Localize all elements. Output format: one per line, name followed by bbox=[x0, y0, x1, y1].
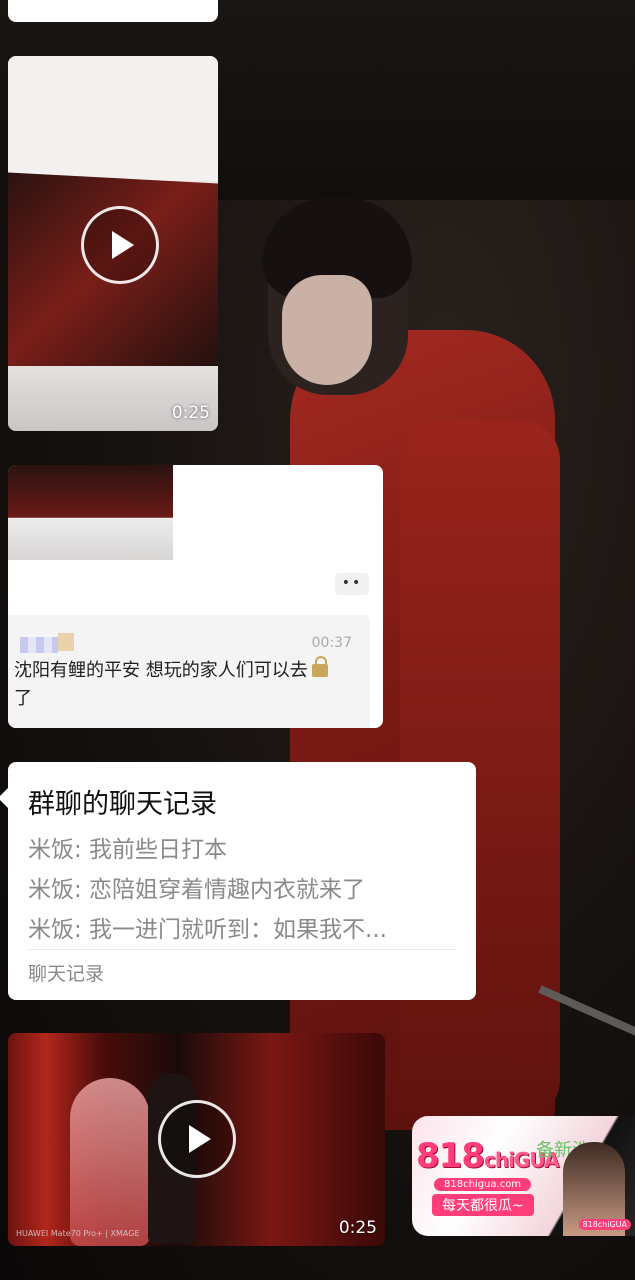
video-duration: 0:25 bbox=[171, 403, 210, 423]
chat-record-line: 米饭: 恋陪姐穿着情趣内衣就来了 bbox=[28, 877, 366, 903]
quoted-message-card[interactable]: •• 00:37 沈阳有鲤的平安 想玩的家人们可以去 了 bbox=[8, 465, 383, 728]
lock-icon bbox=[311, 656, 328, 677]
message-text-tail: 了 bbox=[14, 688, 32, 709]
blurred-username bbox=[20, 637, 58, 653]
play-icon[interactable] bbox=[158, 1100, 236, 1178]
chat-record-footer: 聊天记录 bbox=[28, 963, 105, 985]
chat-record-card[interactable]: 群聊的聊天记录 米饭: 我前些日打本 米饭: 恋陪姐穿着情趣内衣就来了 米饭: … bbox=[0, 762, 476, 1000]
ad-badge: 818chiGUA bbox=[578, 1219, 631, 1230]
ad-banner[interactable]: 818chiGUA 备新浩 818chigua.com 每天都很瓜~ 818ch… bbox=[412, 1116, 635, 1236]
play-icon[interactable] bbox=[81, 206, 159, 284]
bubble-arrow bbox=[0, 788, 8, 808]
chat-record-line: 米饭: 我一进门就听到：如果我不... bbox=[28, 917, 387, 943]
image-thumbnail[interactable] bbox=[8, 465, 173, 560]
ad-domain: 818chigua.com bbox=[434, 1178, 532, 1191]
message-text-main: 沈阳有鲤的平安 想玩的家人们可以去 bbox=[14, 660, 308, 681]
divider bbox=[28, 949, 456, 950]
message-time: 00:37 bbox=[311, 635, 352, 651]
chat-record-title: 群聊的聊天记录 bbox=[28, 789, 217, 820]
video-message-1[interactable]: 0:25 bbox=[8, 56, 218, 431]
ad-logo-number: 818 bbox=[416, 1136, 485, 1176]
previous-message-bubble[interactable] bbox=[8, 0, 218, 22]
message-text: 沈阳有鲤的平安 想玩的家人们可以去 了 bbox=[14, 656, 364, 713]
more-options-icon[interactable]: •• bbox=[335, 573, 369, 595]
person-face bbox=[282, 275, 372, 385]
video-frame-top bbox=[8, 56, 218, 181]
video-duration: 0:25 bbox=[338, 1218, 377, 1238]
bride-figure bbox=[70, 1078, 150, 1246]
camera-watermark: HUAWEI Mate70 Pro+ | XMAGE bbox=[16, 1229, 140, 1238]
chat-record-line: 米饭: 我前些日打本 bbox=[28, 837, 228, 863]
ad-slogan: 每天都很瓜~ bbox=[432, 1194, 534, 1216]
quote-block: 00:37 沈阳有鲤的平安 想玩的家人们可以去 了 bbox=[8, 615, 370, 728]
blurred-avatar bbox=[58, 633, 74, 651]
video-message-2[interactable]: HUAWEI Mate70 Pro+ | XMAGE 0:25 bbox=[8, 1033, 385, 1246]
